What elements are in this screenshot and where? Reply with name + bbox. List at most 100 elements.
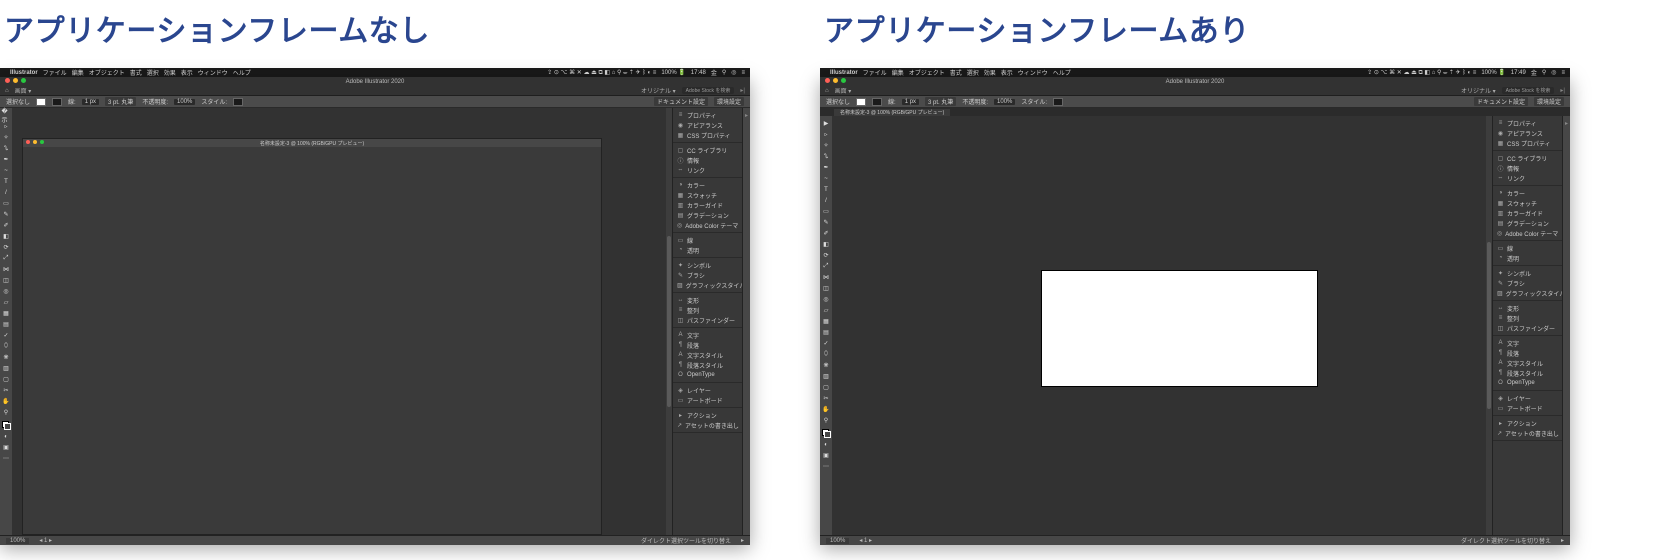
panel-charstyles[interactable]: A文字スタイル: [673, 350, 742, 360]
spotlight-icon[interactable]: ⚲: [722, 69, 726, 76]
wand-tool-icon[interactable]: ✧: [2, 133, 11, 142]
opacity-value[interactable]: 100%: [994, 99, 1015, 105]
brush-tool-icon[interactable]: ✎: [2, 210, 11, 219]
panel-stroke[interactable]: ▭線: [673, 235, 742, 245]
opacity-value[interactable]: 100%: [174, 99, 195, 105]
menu-edit[interactable]: 編集: [72, 68, 84, 77]
curve-tool-icon[interactable]: ~: [2, 166, 11, 175]
panel-info[interactable]: ⓘ情報: [673, 155, 742, 165]
notif-icon[interactable]: ≡: [1561, 70, 1565, 76]
minimize-icon[interactable]: [13, 78, 18, 83]
menu-file[interactable]: ファイル: [43, 68, 67, 77]
shapebuilder-icon[interactable]: ◎: [2, 287, 11, 296]
blend-tool-icon[interactable]: ⬯: [2, 342, 11, 351]
panel-swatches[interactable]: ▦スウォッチ: [673, 190, 742, 200]
zoom-tool-icon[interactable]: ⚲: [822, 416, 831, 425]
panel-layers[interactable]: ◈レイヤー: [1493, 393, 1562, 403]
wand-tool-icon[interactable]: ✧: [822, 141, 831, 150]
menu-select[interactable]: 選択: [147, 68, 159, 77]
menu-object[interactable]: オブジェクト: [89, 68, 125, 77]
perspective-icon[interactable]: ▱: [822, 306, 831, 315]
scale-tool-icon[interactable]: ⤢: [2, 254, 11, 263]
line-tool-icon[interactable]: /: [822, 196, 831, 205]
stock-search[interactable]: Adobe Stock を検索: [1502, 87, 1555, 94]
style-swatch[interactable]: [1053, 98, 1063, 106]
siri-icon[interactable]: ◎: [731, 69, 736, 76]
direct-select-tool-icon[interactable]: ▹: [2, 122, 11, 131]
symbol-spray-icon[interactable]: ❋: [2, 353, 11, 362]
fill-stroke-icon[interactable]: [822, 429, 831, 438]
doc-setup-button[interactable]: ドキュメント設定: [1474, 97, 1528, 106]
panel-graphicstyles[interactable]: ▨グラフィックスタイル: [1493, 288, 1562, 298]
screen-mode-icon[interactable]: ▣: [2, 443, 11, 452]
draw-mode-icon[interactable]: ◐: [2, 432, 11, 441]
canvas[interactable]: 名称未設定-3 @ 100% (RGB/GPU プレビュー): [12, 108, 672, 545]
artboard-nav[interactable]: ◂ 1 ▸: [39, 537, 52, 544]
lasso-tool-icon[interactable]: ᔐ: [2, 144, 11, 153]
close-icon[interactable]: [825, 78, 830, 83]
panel-brushes[interactable]: ✎ブラシ: [1493, 278, 1562, 288]
stroke-swatch[interactable]: [872, 98, 882, 106]
rotate-tool-icon[interactable]: ⟳: [822, 251, 831, 260]
pen-tool-icon[interactable]: ✒: [822, 163, 831, 172]
zoom-tool-icon[interactable]: ⚲: [2, 408, 11, 417]
free-transform-icon[interactable]: ◫: [822, 284, 831, 293]
screen-mode-icon[interactable]: ▣: [822, 451, 831, 460]
panel-appearance[interactable]: ◉アピアランス: [1493, 128, 1562, 138]
gradient-tool-icon[interactable]: ▤: [822, 328, 831, 337]
menu-window[interactable]: ウィンドウ: [198, 68, 228, 77]
panel-info[interactable]: ⓘ情報: [1493, 163, 1562, 173]
direct-select-tool-icon[interactable]: ▹: [822, 130, 831, 139]
type-tool-icon[interactable]: T: [822, 185, 831, 194]
panel-asset-export[interactable]: ↗アセットの書き出し: [673, 420, 742, 430]
menu-edit[interactable]: 編集: [892, 68, 904, 77]
zoom-level[interactable]: 100%: [6, 538, 29, 544]
width-tool-icon[interactable]: ⋈: [2, 265, 11, 274]
pencil-tool-icon[interactable]: ✐: [822, 229, 831, 238]
panel-adobecolor[interactable]: ◎Adobe Color テーマ: [1493, 228, 1562, 238]
panel-symbols[interactable]: ✦シンボル: [1493, 268, 1562, 278]
menu-help[interactable]: ヘルプ: [1053, 68, 1071, 77]
stroke-width[interactable]: 1 px: [902, 99, 919, 105]
minimize-icon[interactable]: [833, 78, 838, 83]
panel-actions[interactable]: ▸アクション: [1493, 418, 1562, 428]
zoom-icon[interactable]: [21, 78, 26, 83]
proof-setup[interactable]: オリジナル ▾: [641, 86, 676, 95]
blend-tool-icon[interactable]: ⬯: [822, 350, 831, 359]
selection-tool-icon[interactable]: ▶: [822, 119, 831, 128]
artboard-nav[interactable]: ◂ 1 ▸: [859, 537, 872, 544]
panel-align[interactable]: ≡整列: [1493, 313, 1562, 323]
menu-file[interactable]: ファイル: [863, 68, 887, 77]
scale-tool-icon[interactable]: ⤢: [822, 262, 831, 271]
panel-artboards[interactable]: ▭アートボード: [1493, 403, 1562, 413]
rotate-tool-icon[interactable]: ⟳: [2, 243, 11, 252]
perspective-icon[interactable]: ▱: [2, 298, 11, 307]
panel-parastyles[interactable]: ¶段落スタイル: [1493, 368, 1562, 378]
zoom-icon[interactable]: [841, 78, 846, 83]
panel-properties[interactable]: ≡プロパティ: [673, 110, 742, 120]
panel-stroke[interactable]: ▭線: [1493, 243, 1562, 253]
panel-transform[interactable]: ↔変形: [673, 295, 742, 305]
panel-paragraph[interactable]: ¶段落: [1493, 348, 1562, 358]
menu-window[interactable]: ウィンドウ: [1018, 68, 1048, 77]
spotlight-icon[interactable]: ⚲: [1542, 69, 1546, 76]
panel-edge-strip[interactable]: ▸: [742, 108, 750, 545]
eyedropper-icon[interactable]: ✓: [822, 339, 831, 348]
mesh-tool-icon[interactable]: ▦: [2, 309, 11, 318]
panel-color[interactable]: ◑カラー: [673, 180, 742, 190]
panel-appearance[interactable]: ◉アピアランス: [673, 120, 742, 130]
panel-opentype[interactable]: OOpenType: [1493, 378, 1562, 388]
panel-swatches[interactable]: ▦スウォッチ: [1493, 198, 1562, 208]
menu-object[interactable]: オブジェクト: [909, 68, 945, 77]
panel-colorguide[interactable]: ▥カラーガイド: [1493, 208, 1562, 218]
panel-adobecolor[interactable]: ◎Adobe Color テーマ: [673, 220, 742, 230]
shapebuilder-icon[interactable]: ◎: [822, 295, 831, 304]
panel-graphicstyles[interactable]: ▨グラフィックスタイル: [673, 280, 742, 290]
graph-tool-icon[interactable]: ▥: [822, 372, 831, 381]
artboard[interactable]: [1042, 271, 1317, 386]
proof-setup[interactable]: オリジナル ▾: [1461, 86, 1496, 95]
panel-transform[interactable]: ↔変形: [1493, 303, 1562, 313]
panel-pathfinder[interactable]: ◫パスファインダー: [673, 315, 742, 325]
panel-colorguide[interactable]: ▥カラーガイド: [673, 200, 742, 210]
brush-select[interactable]: 3 pt. 丸筆: [105, 97, 136, 106]
